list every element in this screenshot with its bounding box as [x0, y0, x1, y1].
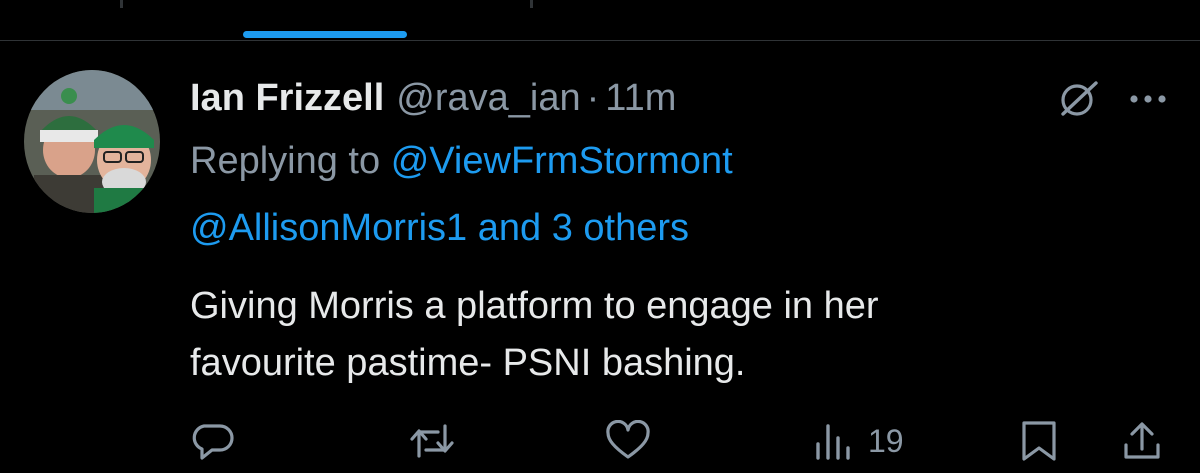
- views-count: 19: [868, 422, 904, 459]
- bookmark-button[interactable]: [1018, 418, 1060, 464]
- reply-mention-others[interactable]: @AllisonMorris1 and 3 others: [190, 203, 689, 253]
- tweet-header: Ian Frizzell @rava_ian · 11m: [190, 72, 676, 124]
- tab-divider: [530, 0, 533, 8]
- share-icon: [1124, 422, 1160, 459]
- avatar-photo: [24, 70, 160, 213]
- tweet-text-line: favourite pastime- PSNI bashing.: [190, 342, 746, 384]
- active-tab-indicator: [243, 31, 407, 38]
- reply-icon: [192, 424, 234, 460]
- retweet-icon: [410, 424, 454, 458]
- more-icon[interactable]: [1124, 84, 1172, 114]
- reply-mention-link[interactable]: @ViewFrmStormont: [391, 140, 733, 182]
- views-button[interactable]: 19: [812, 418, 904, 464]
- avatar[interactable]: [24, 70, 160, 213]
- tab-divider: [120, 0, 123, 8]
- tab-strip: [0, 0, 1200, 41]
- user-handle[interactable]: @rava_ian: [396, 77, 580, 120]
- bookmark-icon: [1022, 421, 1056, 461]
- replying-prefix: Replying to: [190, 140, 381, 182]
- like-icon: [606, 420, 650, 459]
- display-name[interactable]: Ian Frizzell: [190, 77, 384, 120]
- grok-icon[interactable]: [1052, 78, 1104, 120]
- share-button[interactable]: [1120, 418, 1164, 464]
- replying-to: Replying to @ViewFrmStormont: [190, 136, 733, 186]
- timestamp[interactable]: 11m: [605, 77, 676, 120]
- like-button[interactable]: [604, 418, 652, 464]
- tweet-text: Giving Morris a platform to engage in he…: [190, 278, 1170, 392]
- views-icon: [816, 424, 850, 460]
- separator-dot: ·: [586, 76, 600, 119]
- retweet-button[interactable]: [408, 418, 456, 464]
- tweet-text-line: Giving Morris a platform to engage in he…: [190, 285, 879, 327]
- reply-button[interactable]: [190, 418, 236, 464]
